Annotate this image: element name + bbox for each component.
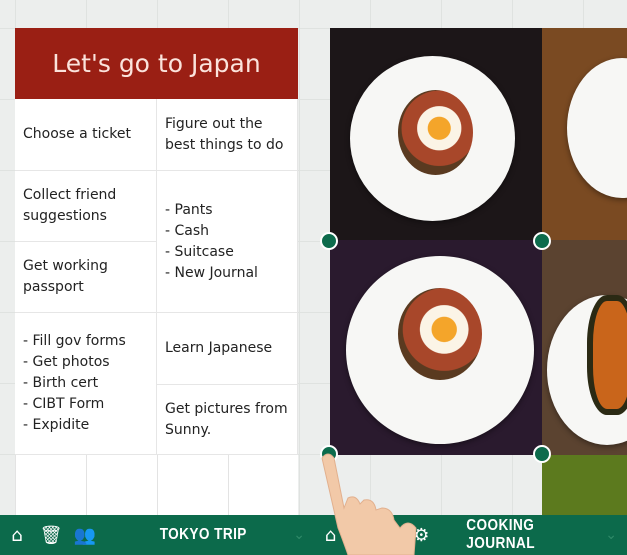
- todo-cell[interactable]: - Fill gov forms - Get photos - Birth ce…: [15, 313, 157, 455]
- resize-handle[interactable]: [533, 232, 551, 250]
- todo-cell[interactable]: Get working passport: [15, 242, 157, 313]
- chevron-down-icon[interactable]: ⌄: [293, 527, 305, 543]
- todo-cell[interactable]: Collect friend suggestions: [15, 171, 157, 242]
- todo-cell[interactable]: Figure out the best things to do: [157, 99, 298, 171]
- chevron-down-icon[interactable]: ⌄: [605, 527, 617, 543]
- card-title[interactable]: Let's go to Japan: [15, 28, 298, 99]
- trash-icon[interactable]: 🗑: [34, 525, 68, 546]
- journal-title[interactable]: TOKYO TRIP: [160, 526, 247, 544]
- resize-handle[interactable]: [533, 445, 551, 463]
- journal-title[interactable]: COOKING JOURNAL: [466, 517, 594, 553]
- home-icon[interactable]: ⌂: [0, 525, 34, 546]
- toolbar-tokyo-trip: ⌂ 🗑 👥 TOKYO TRIP ⌄: [0, 515, 315, 555]
- journal-card: Let's go to Japan: [15, 28, 298, 99]
- todo-grid: Choose a ticket Collect friend suggestio…: [15, 99, 298, 455]
- food-photo[interactable]: [542, 240, 627, 455]
- food-photo[interactable]: [542, 28, 627, 240]
- todo-cell[interactable]: - Pants - Cash - Suitcase - New Journal: [157, 171, 298, 313]
- todo-cell[interactable]: Learn Japanese: [157, 313, 298, 385]
- hand-pointer-icon: [321, 453, 417, 555]
- empty-cells: [15, 455, 298, 515]
- food-photo[interactable]: [330, 28, 542, 240]
- food-photo[interactable]: [542, 455, 627, 515]
- people-icon[interactable]: 👥: [68, 525, 102, 546]
- resize-handle[interactable]: [320, 232, 338, 250]
- food-photo-selected[interactable]: [330, 240, 542, 455]
- todo-cell[interactable]: Get pictures from Sunny.: [157, 385, 298, 455]
- todo-cell[interactable]: Choose a ticket: [15, 99, 157, 171]
